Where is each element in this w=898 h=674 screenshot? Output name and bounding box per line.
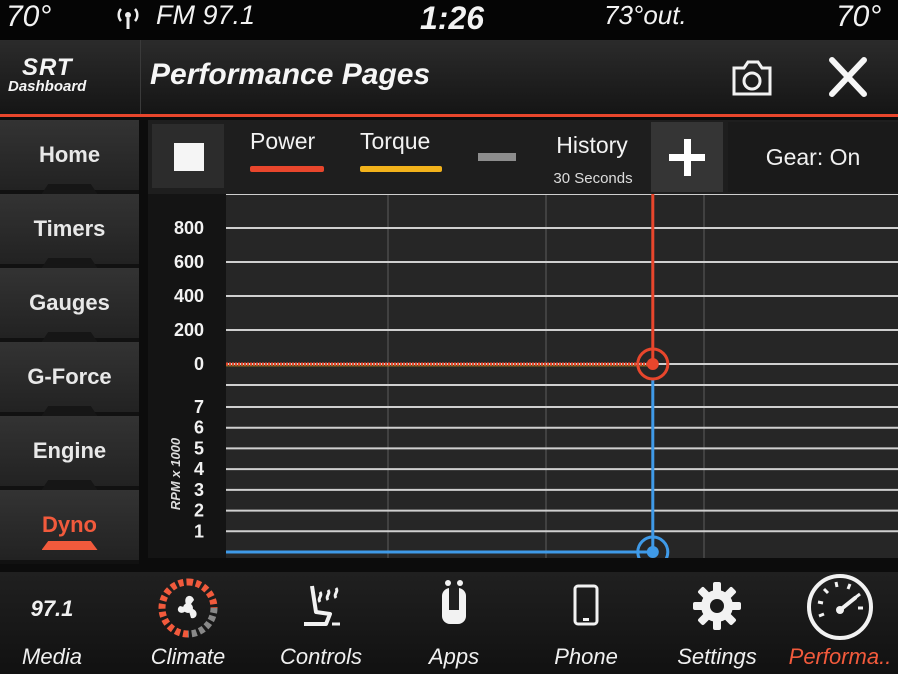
bottom-bar: 97.1 Media Climate Controls Apps Phone S… — [0, 572, 898, 674]
header: SRT Dashboard Performance Pages — [0, 40, 898, 117]
y-tick-label: 800 — [174, 218, 204, 238]
y-tick-label: 2 — [194, 501, 204, 521]
y-tick-label: 400 — [174, 286, 204, 306]
bottom-performance[interactable]: Performa.. — [782, 572, 898, 674]
nav-notch — [41, 184, 98, 194]
bottom-apps[interactable]: Apps — [400, 572, 508, 674]
radio-signal-icon — [114, 6, 142, 35]
nav-engine[interactable]: Engine — [0, 416, 139, 490]
nav-gauges[interactable]: Gauges — [0, 268, 139, 342]
logo-dashboard: Dashboard — [8, 78, 87, 95]
phone-icon — [573, 584, 599, 626]
bottom-label: Controls — [280, 644, 362, 669]
y-tick-label: 0 — [194, 354, 204, 374]
y-tick-label: 6 — [194, 418, 204, 438]
close-icon — [829, 57, 867, 97]
stop-button[interactable] — [152, 124, 224, 188]
y-tick-label: 3 — [194, 480, 204, 500]
bottom-phone[interactable]: Phone — [532, 572, 640, 674]
nav-timers[interactable]: Timers — [0, 194, 139, 268]
apps-icon — [442, 580, 466, 624]
bottom-label: Climate — [150, 644, 226, 669]
legend-torque[interactable]: Torque — [360, 128, 442, 172]
nav-notch — [41, 406, 98, 416]
nav-label: G-Force — [27, 364, 112, 389]
camera-button[interactable] — [720, 56, 784, 100]
bottom-label: Settings — [677, 644, 757, 669]
stop-icon — [174, 143, 204, 171]
nav-label: Engine — [32, 438, 107, 463]
nav-notch — [41, 258, 98, 268]
y-tick-label: 1 — [194, 521, 204, 541]
bottom-controls[interactable]: Controls — [262, 572, 380, 674]
bottom-media[interactable]: 97.1 Media — [0, 572, 104, 674]
right-temperature[interactable]: 70° — [836, 0, 881, 34]
power-cursor-dot — [646, 358, 659, 370]
history-plus-button[interactable] — [651, 122, 723, 192]
gear-toggle[interactable]: Gear: On — [728, 122, 898, 192]
camera-icon — [732, 60, 772, 96]
plus-icon-stem — [684, 139, 691, 176]
history-duration: 30 Seconds — [553, 170, 633, 187]
rpm-axis-label: RPM x 1000 — [168, 437, 183, 510]
y-tick-label: 5 — [194, 438, 204, 458]
nav-active-indicator — [41, 541, 98, 550]
y-tick-label: 4 — [194, 459, 204, 479]
clock: 1:26 — [420, 0, 485, 36]
bottom-label: Phone — [554, 644, 618, 669]
nav-label: Home — [38, 142, 101, 167]
bottom-climate[interactable]: Climate — [124, 572, 252, 674]
nav-dyno[interactable]: Dyno — [0, 490, 139, 564]
history-minus-button[interactable] — [478, 153, 516, 161]
dyno-chart: 800 600 400 200 0 7654321 RPM x 1000 — [148, 194, 898, 558]
plot-area — [226, 194, 898, 558]
nav-home[interactable]: Home — [0, 120, 139, 194]
outside-temperature: 73°out. — [604, 0, 687, 30]
legend-power-label: Power — [250, 128, 316, 154]
nav-notch — [41, 332, 98, 342]
close-button[interactable] — [820, 54, 876, 102]
climate-fan-icon — [158, 578, 218, 638]
legend-power-swatch — [250, 166, 324, 172]
left-temperature[interactable]: 70° — [6, 0, 51, 34]
gear-icon — [693, 582, 741, 630]
media-frequency: 97.1 — [30, 596, 74, 621]
bottom-label: Performa.. — [788, 644, 892, 669]
speedometer-icon — [807, 574, 873, 640]
bottom-label: Apps — [428, 644, 480, 669]
history-label: History — [556, 132, 628, 158]
nav-notch — [41, 480, 98, 490]
rpm-cursor-dot — [646, 546, 659, 558]
heated-seat-icon — [304, 585, 340, 626]
srt-dashboard-logo[interactable]: SRT Dashboard — [0, 40, 141, 114]
y-tick-label: 7 — [194, 397, 204, 417]
y-tick-label: 200 — [174, 320, 204, 340]
y-tick-label: 600 — [174, 252, 204, 272]
bottom-settings[interactable]: Settings — [662, 572, 772, 674]
radio-station[interactable]: FM 97.1 — [156, 0, 255, 31]
legend-torque-label: Torque — [360, 128, 431, 154]
dyno-controls: Power Torque History 30 Seconds Gear: On — [148, 120, 898, 194]
nav-g-force[interactable]: G-Force — [0, 342, 139, 416]
page-title: Performance Pages — [150, 58, 431, 91]
status-bar: 70° FM 97.1 1:26 73°out. 70° — [0, 0, 898, 40]
nav-label: Timers — [33, 216, 106, 241]
nav-label: Dyno — [42, 512, 97, 537]
bottom-label: Media — [22, 644, 82, 669]
nav-label: Gauges — [29, 290, 110, 315]
legend-torque-swatch — [360, 166, 442, 172]
legend-power[interactable]: Power — [250, 128, 324, 172]
